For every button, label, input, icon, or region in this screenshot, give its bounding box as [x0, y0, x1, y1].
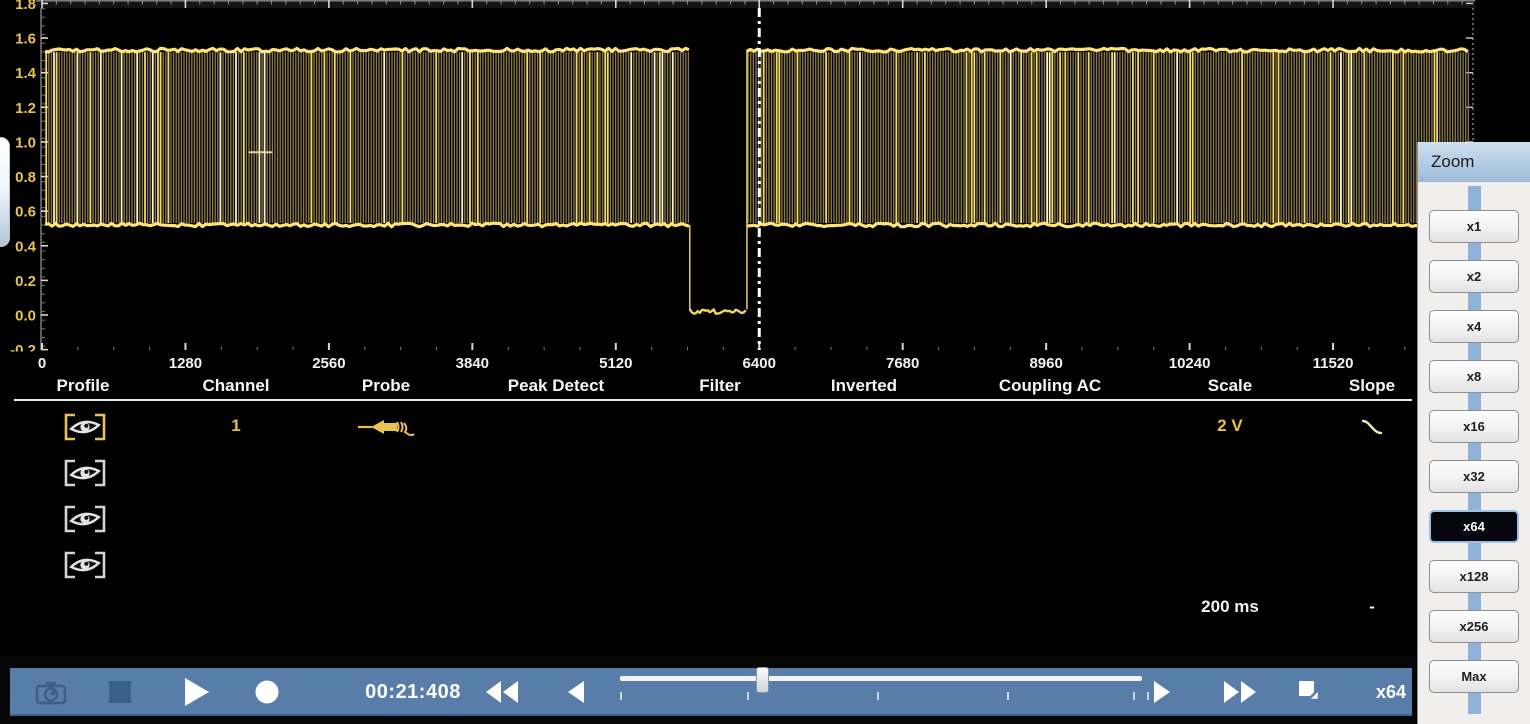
fast-forward-button[interactable] — [1222, 668, 1258, 716]
svg-text:0.6: 0.6 — [15, 204, 36, 221]
column-header-coupling-ac: Coupling AC — [999, 376, 1101, 396]
seek-tick — [747, 692, 749, 700]
probe-button[interactable] — [357, 414, 415, 445]
svg-text:1.2: 1.2 — [15, 100, 36, 117]
x-axis-tick-label: 2560 — [312, 355, 345, 372]
rewind-icon — [484, 679, 520, 705]
zoom-option-x256[interactable]: x256 — [1429, 610, 1519, 643]
seek-slider-thumb[interactable] — [756, 667, 769, 693]
column-header-slope: Slope — [1349, 376, 1395, 396]
eye-icon — [64, 459, 106, 487]
falling-edge-icon — [1360, 418, 1384, 436]
zoom-option-x8[interactable]: x8 — [1429, 360, 1519, 393]
playback-toolbar: 00:21:408 — [0, 655, 1417, 724]
x-axis-tick-label: 11520 — [1313, 355, 1354, 372]
zoom-option-x32[interactable]: x32 — [1429, 460, 1519, 493]
svg-text:1.0: 1.0 — [15, 134, 36, 151]
column-header-inverted: Inverted — [831, 376, 897, 396]
column-header-filter: Filter — [699, 376, 741, 396]
svg-text:0.8: 0.8 — [15, 169, 36, 186]
next-frame-icon — [1152, 680, 1172, 704]
zoom-option-x64[interactable]: x64 — [1429, 510, 1519, 543]
zoom-option-x1[interactable]: x1 — [1429, 210, 1519, 243]
channel-table: Profile Channel Probe Peak Detect Filter Inve… — [0, 374, 1417, 655]
waveform-chart[interactable]: -0.20.00.20.40.60.81.01.21.41.61.8012802… — [0, 0, 1530, 374]
stop-icon — [108, 680, 132, 704]
step-back-button[interactable] — [566, 668, 586, 716]
record-button[interactable] — [254, 668, 280, 716]
previous-frame-icon — [566, 680, 586, 704]
channel-number[interactable]: 1 — [231, 416, 240, 436]
toolbar-zoom-indicator: x64 — [1368, 668, 1414, 716]
fast-forward-icon — [1222, 679, 1258, 705]
x-axis-tick-label: 3840 — [456, 355, 489, 372]
record-icon — [254, 679, 280, 705]
probe-icon — [357, 414, 415, 440]
x-axis-tick-label: 7680 — [886, 355, 919, 372]
zoom-option-x4[interactable]: x4 — [1429, 310, 1519, 343]
waveform-plot[interactable]: -0.20.00.20.40.60.81.01.21.41.61.8012802… — [0, 0, 1530, 374]
seek-tick — [620, 692, 622, 700]
profile-visibility-toggle[interactable] — [64, 459, 106, 487]
resize-corner-icon — [1298, 679, 1324, 705]
seek-slider[interactable] — [620, 676, 1142, 681]
eye-icon — [64, 505, 106, 533]
profile-visibility-toggle[interactable] — [64, 413, 106, 441]
stop-button[interactable] — [108, 668, 132, 716]
column-header-profile: Profile — [57, 376, 110, 396]
zoom-option-x16[interactable]: x16 — [1429, 410, 1519, 443]
x-axis-tick-label: 10240 — [1169, 355, 1211, 372]
column-header-peak-detect: Peak Detect — [508, 376, 604, 396]
fit-view-button[interactable] — [1298, 668, 1324, 716]
time-display: 00:21:408 — [348, 668, 478, 716]
zoom-option-max[interactable]: Max — [1429, 660, 1519, 693]
header-divider — [14, 399, 1412, 401]
svg-text:1.4: 1.4 — [15, 65, 37, 82]
x-axis-tick-label: 8960 — [1029, 355, 1062, 372]
eye-icon — [64, 551, 106, 579]
x-axis-tick-label: 5120 — [599, 355, 632, 372]
rewind-button[interactable] — [484, 668, 520, 716]
svg-text:1.6: 1.6 — [15, 31, 36, 48]
svg-text:0.0: 0.0 — [15, 308, 36, 325]
svg-text:1.8: 1.8 — [15, 0, 36, 13]
seek-tick — [1133, 692, 1135, 700]
column-header-scale: Scale — [1208, 376, 1252, 396]
camera-icon — [34, 678, 68, 706]
zoom-option-x2[interactable]: x2 — [1429, 260, 1519, 293]
seek-tick — [1147, 692, 1149, 700]
playback-toolbar-bar: 00:21:408 — [10, 668, 1412, 716]
zoom-panel: Zoom x1 x2 x4 x8 x16 x32 x64 x128 x256 Max — [1417, 142, 1530, 724]
profile-visibility-toggle[interactable] — [64, 551, 106, 579]
x-axis-tick-label: 1280 — [169, 355, 202, 372]
eye-icon — [64, 413, 106, 441]
snapshot-button[interactable] — [34, 668, 68, 716]
x-axis-tick-label: 6400 — [743, 355, 776, 372]
play-button[interactable] — [182, 668, 212, 716]
seek-tick — [877, 692, 879, 700]
x-axis-tick-label: 0 — [38, 355, 46, 372]
svg-text:0.4: 0.4 — [15, 238, 37, 255]
slope-button[interactable] — [1360, 418, 1384, 441]
profile-visibility-toggle[interactable] — [64, 505, 106, 533]
zoom-option-x128[interactable]: x128 — [1429, 560, 1519, 593]
column-header-probe: Probe — [362, 376, 410, 396]
timebase-slope: - — [1369, 597, 1375, 617]
zoom-panel-title: Zoom — [1418, 142, 1530, 182]
channel-scale[interactable]: 2 V — [1217, 416, 1243, 436]
column-header-channel: Channel — [202, 376, 269, 396]
timebase-scale[interactable]: 200 ms — [1201, 597, 1259, 617]
play-icon — [182, 676, 212, 708]
step-forward-button[interactable] — [1152, 668, 1172, 716]
left-edge-handle[interactable] — [0, 137, 10, 247]
svg-text:0.2: 0.2 — [15, 273, 36, 290]
seek-tick — [1007, 692, 1009, 700]
